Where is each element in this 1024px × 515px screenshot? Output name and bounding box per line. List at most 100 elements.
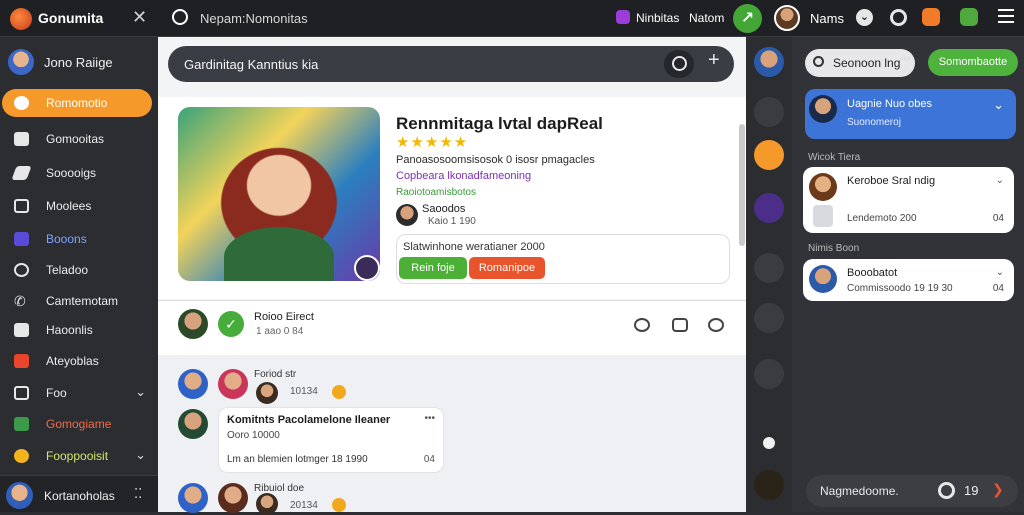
sidebar-item-label: Sooooigs (46, 166, 97, 180)
plus-icon[interactable]: + (708, 49, 720, 72)
contact-card[interactable]: Booobatot ⌄ Commissoodo 19 19 30 04 (803, 259, 1014, 301)
contact-card[interactable]: Keroboe Sral ndig ⌄ Lendemoto 200 04 (803, 167, 1014, 233)
folder-icon (14, 132, 29, 146)
sidebar-item-label: Teladoo (46, 263, 89, 277)
call-button[interactable]: ↗ (733, 4, 762, 33)
counter: 19 (964, 483, 979, 498)
sidebar-user-name: Jono Raiige (44, 55, 113, 70)
chevron-icon[interactable]: ⌄ (996, 267, 1004, 278)
sidebar-item-label: Ateyoblas (46, 354, 99, 368)
chevron-down-icon[interactable]: ⌄ (856, 9, 873, 26)
send-icon[interactable]: ❯ (992, 481, 1004, 498)
avatar[interactable] (396, 204, 418, 226)
avatar[interactable] (178, 309, 208, 339)
sidebar-item-7[interactable]: Haoonlis (2, 316, 152, 344)
sidebar-item-label: Booons (46, 232, 87, 246)
post-row: ✓ Roioo Eirect 1 aao 0 84 (158, 301, 746, 355)
chevron-down-icon[interactable]: ⌄ (993, 97, 1004, 113)
notification-icon[interactable] (922, 8, 940, 26)
post-title: Roioo Eirect (254, 311, 314, 323)
top-user-name[interactable]: Nams (810, 11, 844, 26)
emoji-icon[interactable] (708, 318, 724, 332)
secondary-button[interactable]: Romanipoe (469, 257, 545, 279)
avatar[interactable] (218, 369, 248, 399)
leaf-icon[interactable] (754, 97, 784, 127)
more-icon[interactable]: ••• (900, 54, 911, 65)
gallery-icon[interactable] (754, 253, 784, 283)
search-icon[interactable] (664, 50, 694, 78)
record-icon[interactable] (938, 482, 955, 499)
contact-name: Uagnie Nuo obes (847, 98, 933, 110)
play-badge-icon[interactable] (354, 255, 380, 281)
sidebar-user[interactable]: Jono Raiige (8, 49, 153, 77)
bubble-title: Komitnts Pacolamelone Ileaner (227, 414, 391, 426)
info-text: Slatwinhone weratianer 2000 (403, 241, 545, 253)
composer-input[interactable]: Nagmedoome. (820, 484, 899, 498)
avatar[interactable] (218, 483, 248, 513)
phone-icon: ✆ (14, 293, 26, 309)
search-input[interactable]: Gardinitag Kanntius kia (184, 57, 318, 72)
sidebar-item-5[interactable]: Teladoo (2, 256, 152, 284)
close-icon[interactable]: ✕ (132, 7, 147, 28)
contact-search-input[interactable]: Seonoon lng (833, 56, 900, 70)
chat-icon[interactable] (754, 303, 784, 333)
thread-name: Foriod str (254, 369, 297, 380)
contact-status: Suonomeroj (847, 117, 901, 128)
avatar[interactable] (256, 382, 278, 404)
sidebar-item-4[interactable]: Booons (2, 225, 152, 253)
check-icon[interactable]: ✓ (218, 311, 244, 337)
avatar[interactable] (178, 409, 208, 439)
chevron-icon[interactable]: ⌄ (996, 175, 1004, 186)
sidebar-item-label: Gomooitas (46, 132, 105, 146)
sidebar-item-2[interactable]: Sooooigs (2, 159, 152, 187)
active-contact-card[interactable]: Uagnie Nuo obes Suonomeroj ⌄ (805, 89, 1016, 139)
settings-icon[interactable] (890, 9, 907, 26)
globe-icon (14, 263, 29, 277)
sidebar-item-10[interactable]: Gomogiame (2, 410, 152, 438)
avatar[interactable] (178, 369, 208, 399)
more-icon[interactable]: ⁚⁚ (134, 486, 142, 502)
top-link-1[interactable]: Ninbitas (636, 11, 679, 25)
top-link-2[interactable]: Natom (689, 11, 724, 25)
navigation-icon[interactable] (172, 9, 188, 25)
breadcrumb[interactable]: Nepam:Nomonitas (200, 11, 308, 26)
action-button[interactable]: Somombaotte (928, 49, 1018, 76)
thread: Foriod str 10134 Komitnts Pacolamelone I… (158, 355, 746, 515)
notification-badge-icon[interactable] (616, 10, 630, 24)
menu-icon[interactable] (998, 9, 1014, 23)
composer[interactable]: Nagmedoome. 19 ❯ (806, 475, 1018, 507)
join-button[interactable]: Rein foje (399, 257, 467, 279)
sidebar-footer[interactable]: Kortanoholas ⁚⁚ (0, 475, 158, 512)
search-bar[interactable]: Gardinitag Kanntius kia + (168, 46, 734, 82)
link-icon[interactable] (754, 193, 784, 223)
avatar[interactable] (774, 5, 800, 31)
contact-search[interactable]: Seonoon lng (805, 49, 915, 77)
hero-image[interactable] (178, 107, 380, 281)
sidebar-item-0[interactable]: Romomotio (2, 89, 152, 117)
avatar[interactable] (178, 483, 208, 513)
more-icon[interactable]: ••• (424, 413, 435, 424)
contact-name: Keroboe Sral ndig (847, 175, 936, 187)
rating-stars: ★★★★★ (396, 134, 469, 151)
plus-icon[interactable] (754, 359, 784, 389)
chevron-down-icon[interactable]: ⌄ (135, 447, 146, 463)
sidebar-item-6[interactable]: ✆ Camtemotam (2, 287, 152, 315)
sidebar-item-8[interactable]: Ateyoblas (2, 347, 152, 375)
contact-name: Booobatot (847, 267, 898, 279)
swap-icon[interactable] (754, 140, 784, 170)
link-icon[interactable] (634, 318, 650, 332)
avatar[interactable] (754, 47, 784, 77)
scrollbar[interactable] (739, 124, 745, 246)
sidebar-item-9[interactable]: Foo ⌄ (2, 379, 152, 407)
creator-name[interactable]: Saoodos (422, 203, 465, 215)
comment-icon[interactable] (672, 318, 688, 332)
message-bubble[interactable]: Komitnts Pacolamelone Ileaner ••• Ooro 1… (218, 407, 444, 473)
sidebar-item-11[interactable]: Fooppooisit ⌄ (2, 442, 152, 470)
box-icon (14, 386, 29, 400)
flame-icon[interactable] (754, 470, 784, 500)
sidebar-item-3[interactable]: Moolees (2, 192, 152, 220)
apps-icon[interactable] (960, 8, 978, 26)
card-link[interactable]: Copbeara lkonadfameoning (396, 170, 531, 182)
chevron-down-icon[interactable]: ⌄ (135, 384, 146, 400)
sidebar-item-1[interactable]: Gomooitas (2, 125, 152, 153)
